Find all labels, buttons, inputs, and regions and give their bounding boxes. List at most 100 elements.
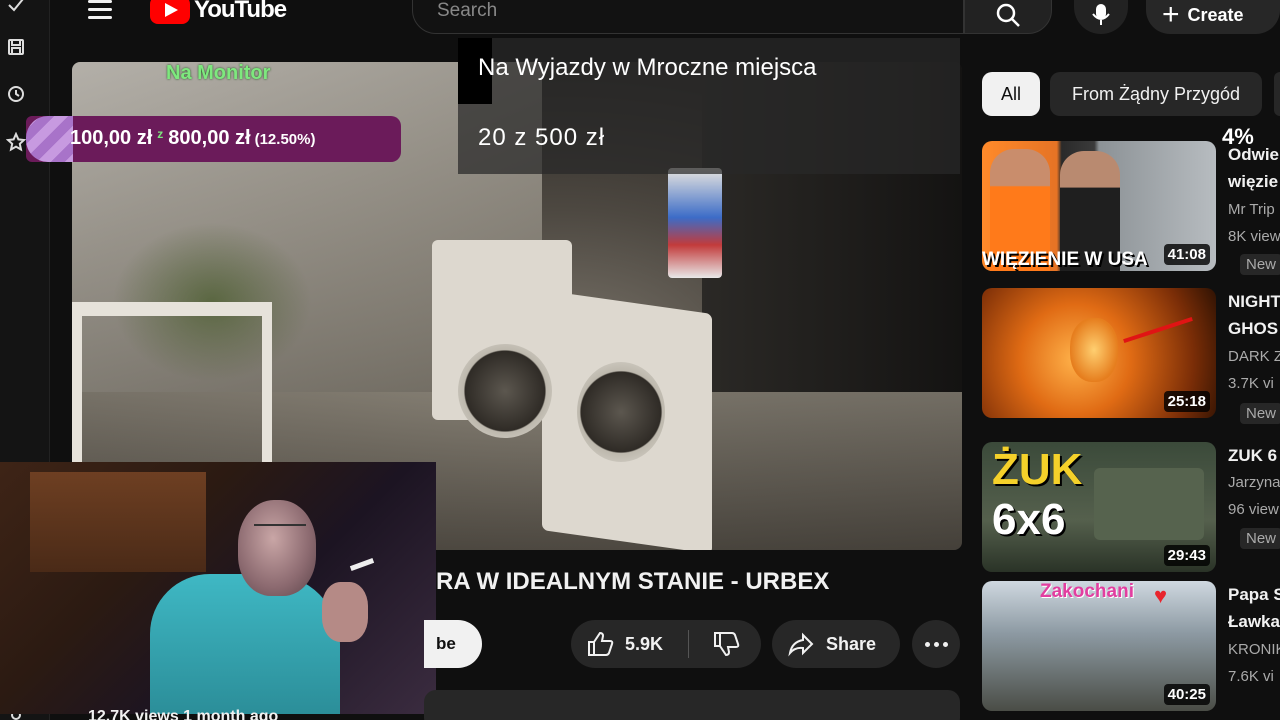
video-frame-drum [577,362,665,462]
search-button[interactable] [964,0,1052,34]
new-badge: New [1240,254,1280,275]
like-divider [688,630,689,658]
checkmark-icon[interactable] [5,0,27,16]
duration-badge: 29:43 [1163,545,1210,566]
youtube-logo[interactable]: YouTube [150,0,287,26]
chip-next[interactable] [1274,72,1280,116]
star-icon[interactable] [5,131,27,153]
search-box[interactable] [412,0,964,34]
recommendation-channel[interactable]: Jarzyna [1228,474,1280,491]
recommendation-channel[interactable]: KRONIK [1228,641,1280,658]
duration-badge: 41:08 [1163,244,1210,265]
recommendation-item[interactable]: WIĘZIENIE W USA 41:08 Odwie więzie Mr Tr… [982,141,1280,275]
donation-percent: (12.50%) [254,131,316,148]
save-icon[interactable] [5,36,27,58]
logo-text: YouTube [194,0,287,23]
heart-icon: ♥ [1154,583,1168,608]
new-badge: New [1240,403,1280,424]
thumb-ghost [1070,318,1118,382]
recommendation-views: 8K view [1228,228,1280,245]
thumb-truck [1094,468,1204,540]
views-line: 12.7K views 1 month ago [88,708,279,720]
more-icon [924,641,930,647]
more-actions-button[interactable] [912,620,960,668]
video-frame-table [72,302,272,482]
recommendation-title-line: ZUK 6 [1228,446,1278,465]
duration-badge: 40:25 [1163,684,1210,705]
goal-title: Na Wyjazdy w Mroczne miejsca [478,54,817,81]
recommendation-title[interactable]: Papa S Ławka [1228,581,1280,635]
new-badge: New [1240,528,1280,549]
mic-icon [1092,4,1110,25]
recommendation-thumbnail[interactable]: 25:18 [982,288,1216,418]
thumbs-down-icon [714,632,740,657]
video-title: RA W IDEALNYM STANIE - URBEX [436,568,830,595]
recommendation-title[interactable]: ZUK 6 [1228,442,1280,469]
webcam-person-hand [322,582,368,642]
history-icon[interactable] [5,83,27,105]
description-box[interactable] [424,690,960,720]
recommendation-item[interactable]: Zakochani ♥ 40:25 Papa S Ławka KRONIK 7.… [982,581,1280,711]
like-button[interactable]: 5.9K [571,620,689,668]
duration-badge: 25:18 [1163,391,1210,412]
thumb-title-text: 6x6 [992,495,1066,544]
search-icon [996,3,1020,27]
recommendation-item[interactable]: ŻUK 6x6 29:43 ZUK 6 Jarzyna 96 view New [982,442,1280,572]
donation-progress-bar: 100,00 zł z 800,00 zł (12.50%) [26,116,401,162]
video-frame-drum [458,344,552,438]
monitor-label: Na Monitor [166,62,271,84]
donation-separator: z [157,127,164,141]
webcam-cabinet [30,472,206,572]
recommendation-title[interactable]: NIGHT GHOS [1228,288,1280,342]
donation-target: 800,00 zł [168,127,251,149]
webcam-cigarette [349,558,375,571]
chip-all[interactable]: All [982,72,1040,116]
webcam-glasses [254,524,306,534]
thumb-caption: WIĘZIENIE W USA [982,249,1148,270]
donation-text: 100,00 zł z 800,00 zł (12.50%) [70,127,315,150]
recommendation-item[interactable]: 25:18 NIGHT GHOS DARK Z 3.7K vi New [982,288,1280,424]
webcam-person-body [150,574,340,714]
recommendation-title-line: Ławka [1228,612,1280,631]
webcam-person-head [238,500,316,596]
recommendation-thumbnail[interactable]: WIĘZIENIE W USA 41:08 [982,141,1216,271]
recommendation-title-line: GHOS [1228,319,1279,338]
recommendation-title-line: więzie [1228,172,1279,191]
more-icon [942,641,948,647]
video-frame-detergent [668,168,722,278]
thumb-red-arrow [1123,316,1193,344]
donation-current: 100,00 zł [70,127,153,149]
share-label: Share [826,633,877,654]
recommendation-title-line: NIGHT [1228,292,1280,311]
recommendation-views: 3.7K vi [1228,375,1274,392]
webcam-overlay [0,462,436,714]
recommendation-thumbnail[interactable]: ŻUK 6x6 29:43 [982,442,1216,572]
recommendation-title[interactable]: Odwie więzie [1228,141,1280,195]
like-dislike-group: 5.9K [571,620,761,668]
donation-progress-fill [26,116,73,162]
recommendation-channel[interactable]: Mr Trip [1228,201,1280,218]
recommendation-views: 7.6K vi [1228,668,1274,685]
create-button[interactable]: + Create [1146,0,1280,34]
goal-progress: 20 z 500 zł [478,124,606,151]
share-button[interactable]: Share [772,620,900,668]
search-input[interactable] [437,0,937,25]
recommendation-title-line: Odwie [1228,145,1280,164]
thumb-title-text: ŻUK [992,445,1083,494]
menu-icon[interactable] [84,0,118,24]
thumbs-up-icon [588,631,614,656]
voice-search-button[interactable] [1074,0,1128,34]
share-icon [788,632,814,657]
recommendation-thumbnail[interactable]: Zakochani ♥ 40:25 [982,581,1216,711]
recommendation-views: 96 view [1228,501,1279,518]
thumb-caption: Zakochani [1040,581,1134,602]
recommendation-channel[interactable]: DARK Z [1228,348,1280,365]
subscribe-button[interactable]: be [424,620,482,668]
plus-icon: + [1162,0,1180,31]
chip-from-channel[interactable]: From Żądny Przygód [1050,72,1262,116]
recommendation-title-line: Papa S [1228,585,1280,604]
dislike-button[interactable] [691,620,761,668]
more-icon [933,641,939,647]
like-count: 5.9K [625,633,664,654]
youtube-logo-icon [150,0,190,24]
